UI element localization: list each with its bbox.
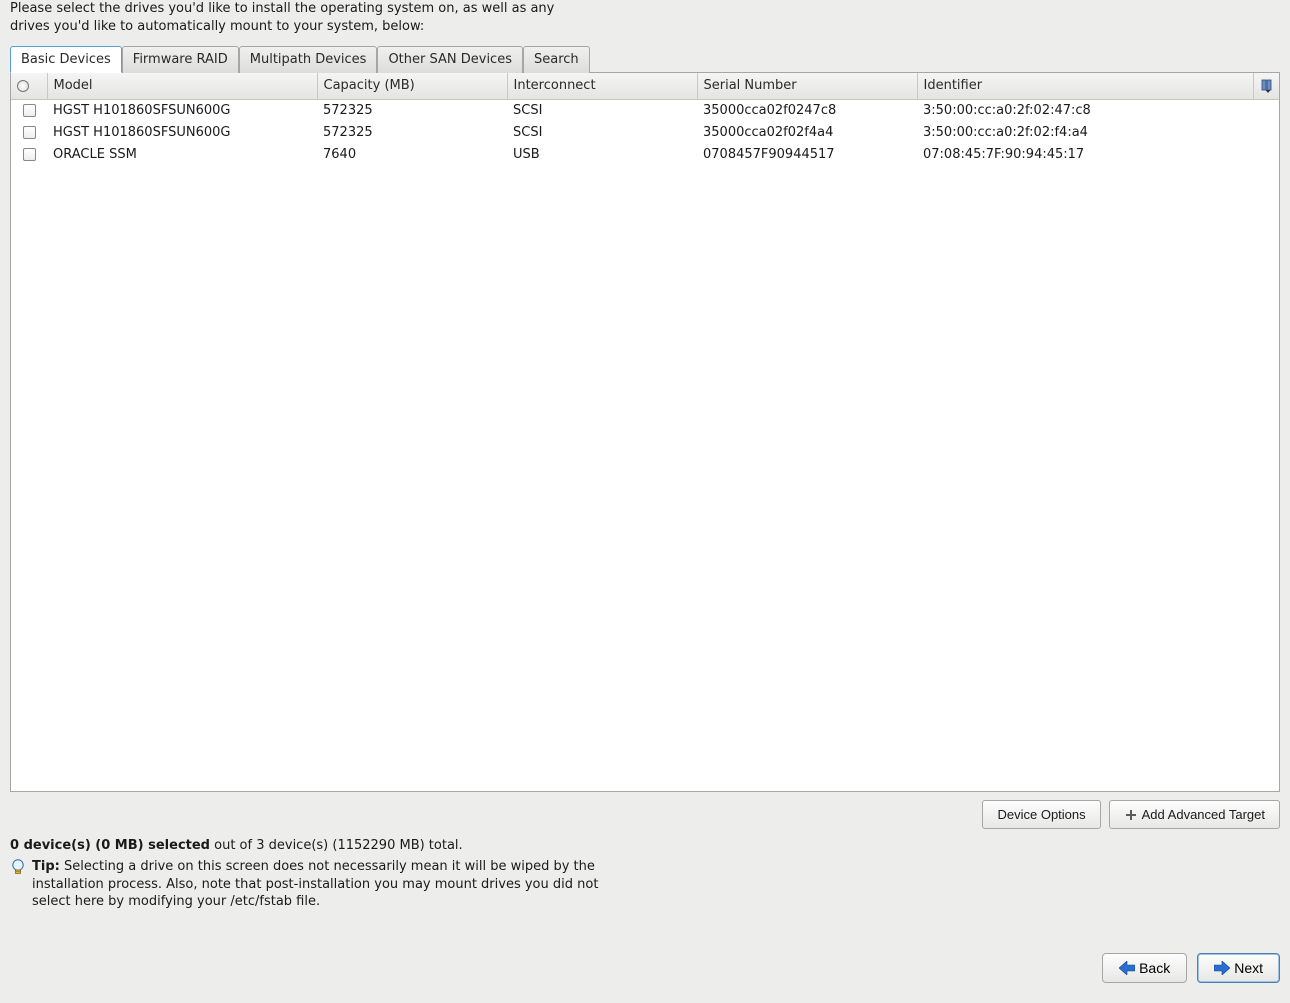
tab-bar: Basic Devices Firmware RAID Multipath De… [10, 45, 1280, 72]
cell-identifier: 3:50:00:cc:a0:2f:02:47:c8 [917, 99, 1279, 121]
tip-text: Tip: Selecting a drive on this screen do… [32, 858, 630, 911]
add-advanced-target-label: Add Advanced Target [1142, 807, 1265, 822]
cell-model: HGST H101860SFSUN600G [47, 99, 317, 121]
selection-status: 0 device(s) (0 MB) selected out of 3 dev… [10, 838, 463, 853]
selection-total: out of 3 device(s) (1152290 MB) total. [210, 838, 463, 853]
header-interconnect[interactable]: Interconnect [507, 73, 697, 99]
tip-body: Selecting a drive on this screen does no… [32, 859, 598, 909]
tab-multipath-devices[interactable]: Multipath Devices [239, 46, 378, 73]
back-button[interactable]: Back [1102, 953, 1187, 983]
plus-icon [1124, 808, 1138, 822]
header-select-all[interactable] [11, 73, 47, 99]
cell-interconnect: SCSI [507, 99, 697, 121]
device-table: Model Capacity (MB) Interconnect Serial … [11, 73, 1279, 165]
action-row: Device Options Add Advanced Target [982, 800, 1280, 829]
row-checkbox[interactable] [23, 126, 36, 139]
cell-model: HGST H101860SFSUN600G [47, 121, 317, 143]
table-row[interactable]: ORACLE SSM 7640 USB 0708457F90944517 07:… [11, 143, 1279, 165]
arrow-left-icon [1119, 961, 1135, 975]
cell-identifier: 07:08:45:7F:90:94:45:17 [917, 143, 1279, 165]
back-label: Back [1139, 960, 1170, 976]
cell-model: ORACLE SSM [47, 143, 317, 165]
table-row[interactable]: HGST H101860SFSUN600G 572325 SCSI 35000c… [11, 121, 1279, 143]
next-label: Next [1234, 960, 1263, 976]
tip-block: Tip: Selecting a drive on this screen do… [10, 858, 630, 911]
header-column-chooser[interactable] [1253, 73, 1279, 99]
cell-serial: 0708457F90944517 [697, 143, 917, 165]
cell-capacity: 7640 [317, 143, 507, 165]
columns-icon [1260, 78, 1276, 94]
header-serial[interactable]: Serial Number [697, 73, 917, 99]
add-advanced-target-button[interactable]: Add Advanced Target [1109, 800, 1280, 829]
cell-interconnect: SCSI [507, 121, 697, 143]
cell-serial: 35000cca02f0247c8 [697, 99, 917, 121]
cell-capacity: 572325 [317, 121, 507, 143]
table-row[interactable]: HGST H101860SFSUN600G 572325 SCSI 35000c… [11, 99, 1279, 121]
row-checkbox[interactable] [23, 148, 36, 161]
cell-identifier: 3:50:00:cc:a0:2f:02:f4:a4 [917, 121, 1279, 143]
tab-other-san-devices[interactable]: Other SAN Devices [377, 46, 523, 73]
row-checkbox[interactable] [23, 104, 36, 117]
wizard-nav: Back Next [1102, 953, 1280, 983]
lightbulb-icon [10, 858, 26, 880]
tab-firmware-raid[interactable]: Firmware RAID [122, 46, 239, 73]
radio-icon [17, 80, 29, 92]
arrow-right-icon [1214, 961, 1230, 975]
device-options-button[interactable]: Device Options [982, 800, 1100, 829]
selection-count: 0 device(s) (0 MB) selected [10, 838, 210, 853]
tip-label: Tip: [32, 859, 60, 874]
next-button[interactable]: Next [1197, 953, 1280, 983]
tab-basic-devices[interactable]: Basic Devices [10, 46, 122, 73]
cell-capacity: 572325 [317, 99, 507, 121]
device-panel: Basic Devices Firmware RAID Multipath De… [10, 45, 1280, 792]
instruction-text: Please select the drives you'd like to i… [0, 0, 600, 45]
cell-serial: 35000cca02f02f4a4 [697, 121, 917, 143]
tab-search[interactable]: Search [523, 46, 590, 73]
header-capacity[interactable]: Capacity (MB) [317, 73, 507, 99]
table-header-row: Model Capacity (MB) Interconnect Serial … [11, 73, 1279, 99]
header-model[interactable]: Model [47, 73, 317, 99]
cell-interconnect: USB [507, 143, 697, 165]
tab-content: Model Capacity (MB) Interconnect Serial … [10, 72, 1280, 792]
header-identifier[interactable]: Identifier [917, 73, 1253, 99]
